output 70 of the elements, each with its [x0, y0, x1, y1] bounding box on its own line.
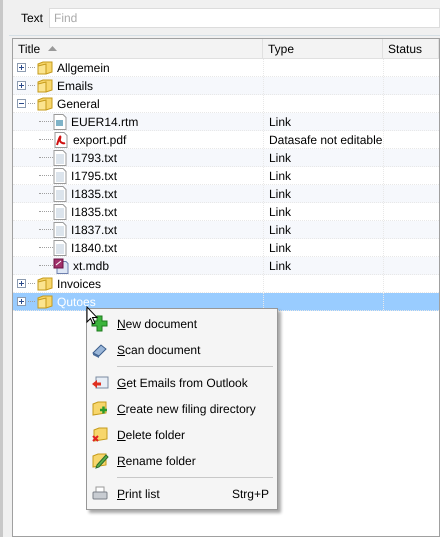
- expand-icon[interactable]: [17, 63, 26, 72]
- tree-row[interactable]: I1837.txt Link: [13, 221, 439, 239]
- tree-row[interactable]: export.pdf Datasafe not editable: [13, 131, 439, 149]
- type-cell-text: Link: [269, 114, 292, 130]
- collapse-icon[interactable]: [17, 99, 26, 108]
- database-file-icon: [53, 258, 69, 274]
- menu-item[interactable]: Create new filing directory: [87, 396, 277, 422]
- tree-row[interactable]: EUER14.rtm Link: [13, 113, 439, 131]
- type-cell-text: Link: [269, 168, 292, 184]
- tree-row[interactable]: Emails: [13, 77, 439, 95]
- column-header[interactable]: Title: [13, 39, 263, 58]
- folder-icon: [37, 60, 53, 74]
- folder-delete-icon: [91, 426, 109, 444]
- item-title: EUER14.rtm: [71, 114, 138, 130]
- item-title: I1795.txt: [71, 168, 118, 184]
- text-file-icon: [53, 222, 67, 238]
- type-cell-text: Link: [269, 222, 292, 238]
- tree-row[interactable]: Allgemein: [13, 59, 439, 77]
- pdf-file-icon: [53, 132, 69, 148]
- item-title: I1835.txt: [71, 186, 118, 202]
- column-header[interactable]: Status: [383, 39, 439, 58]
- item-title: Invoices: [57, 276, 102, 292]
- tree-row[interactable]: I1835.txt Link: [13, 185, 439, 203]
- folder-icon: [37, 78, 53, 92]
- item-title: Allgemein: [57, 60, 110, 76]
- item-title: I1840.txt: [71, 240, 118, 256]
- type-cell-text: Link: [269, 204, 292, 220]
- item-title: export.pdf: [73, 132, 126, 148]
- type-cell-text: Link: [269, 150, 292, 166]
- type-cell-text: Datasafe not editable: [269, 132, 382, 148]
- menu-item[interactable]: Get Emails from Outlook: [87, 370, 277, 396]
- type-cell-text: Link: [269, 240, 292, 256]
- item-title: xt.mdb: [73, 258, 110, 274]
- folder-edit-icon: [91, 452, 109, 470]
- text-file-icon: [53, 240, 67, 256]
- menu-item[interactable]: Print list Strg+P: [87, 481, 277, 507]
- tree-row[interactable]: I1840.txt Link: [13, 239, 439, 257]
- tree-row[interactable]: I1795.txt Link: [13, 167, 439, 185]
- menu-item[interactable]: Scan document: [87, 337, 277, 363]
- tree-row[interactable]: General: [13, 95, 439, 113]
- document-icon: [53, 114, 67, 130]
- search-label: Text: [21, 10, 44, 26]
- type-cell-text: Link: [269, 186, 292, 202]
- folder-icon: [37, 96, 53, 110]
- text-file-icon: [53, 150, 67, 166]
- menu-item[interactable]: Rename folder: [87, 448, 277, 474]
- text-file-icon: [53, 168, 67, 184]
- expand-icon[interactable]: [17, 297, 26, 306]
- folder-add-icon: [91, 400, 109, 418]
- menu-item[interactable]: Delete folder: [87, 422, 277, 448]
- expand-icon[interactable]: [17, 279, 26, 288]
- text-file-icon: [53, 204, 67, 220]
- column-header[interactable]: Type: [263, 39, 383, 58]
- add-icon: [91, 315, 109, 333]
- tree-row[interactable]: I1793.txt Link: [13, 149, 439, 167]
- item-title: I1837.txt: [71, 222, 118, 238]
- item-title: Emails: [57, 78, 94, 94]
- item-title: I1793.txt: [71, 150, 118, 166]
- text-file-icon: [53, 186, 67, 202]
- search-field[interactable]: Find: [49, 8, 440, 28]
- expand-icon[interactable]: [17, 81, 26, 90]
- tree-row[interactable]: xt.mdb Link: [13, 257, 439, 275]
- folder-icon: [37, 294, 53, 308]
- tree-row[interactable]: Invoices: [13, 275, 439, 293]
- item-title: Qutoes: [57, 294, 96, 310]
- type-cell-text: Link: [269, 258, 292, 274]
- folder-icon: [37, 276, 53, 290]
- item-title: General: [57, 96, 100, 112]
- item-title: I1835.txt: [71, 204, 118, 220]
- tree-row[interactable]: I1835.txt Link: [13, 203, 439, 221]
